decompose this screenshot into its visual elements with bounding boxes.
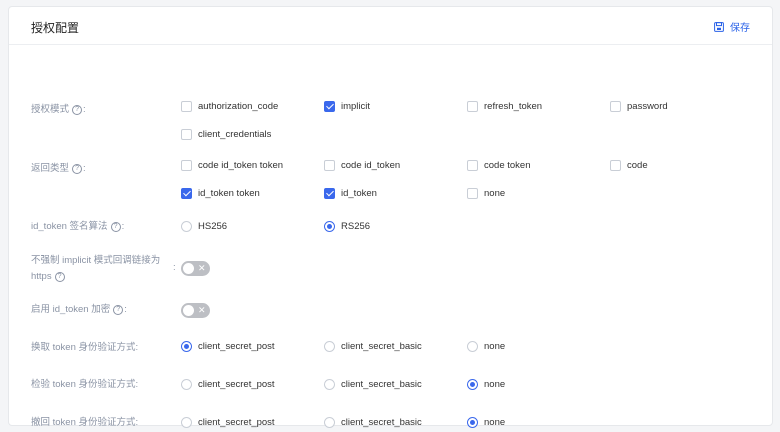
introspect-auth-label: 检验 token 身份验证方式:	[31, 379, 139, 390]
checkbox[interactable]	[610, 160, 621, 171]
grant-types-label: 授权模式?:	[31, 104, 86, 115]
radio-selected[interactable]	[467, 417, 478, 428]
toggle-knob	[183, 263, 194, 274]
response-id-token-token[interactable]: id_token token	[181, 188, 260, 199]
id-token-encrypt-toggle[interactable]: ✕	[181, 303, 210, 318]
checkbox[interactable]	[181, 101, 192, 112]
alg-hs256[interactable]: HS256	[181, 221, 227, 232]
checkbox-checked[interactable]	[324, 188, 335, 199]
checkbox[interactable]	[467, 101, 478, 112]
radio[interactable]	[324, 341, 335, 352]
save-label: 保存	[730, 23, 750, 34]
alg-rs256[interactable]: RS256	[324, 221, 370, 232]
toggle-knob	[183, 305, 194, 316]
response-none[interactable]: none	[467, 188, 505, 199]
checkbox[interactable]	[181, 129, 192, 140]
response-code-id-token-token[interactable]: code id_token token	[181, 160, 283, 171]
checkbox[interactable]	[610, 101, 621, 112]
implicit-redirect-label-line1: 不强制 implicit 模式回调链接为	[31, 255, 161, 266]
radio-selected[interactable]	[467, 379, 478, 390]
response-code-token[interactable]: code token	[467, 160, 530, 171]
introspect-auth-none[interactable]: none	[467, 379, 505, 390]
response-code-id-token[interactable]: code id_token	[324, 160, 400, 171]
save-button[interactable]: 保存	[714, 19, 750, 34]
checkbox[interactable]	[324, 160, 335, 171]
token-auth-label: 换取 token 身份验证方式:	[31, 342, 139, 353]
introspect-auth-client-secret-post[interactable]: client_secret_post	[181, 379, 275, 390]
grant-authorization-code[interactable]: authorization_code	[181, 101, 278, 112]
save-icon	[714, 21, 724, 32]
radio[interactable]	[467, 341, 478, 352]
grant-implicit[interactable]: implicit	[324, 101, 370, 112]
radio[interactable]	[324, 379, 335, 390]
checkbox[interactable]	[467, 160, 478, 171]
response-types-label: 返回类型?:	[31, 163, 86, 174]
response-id-token[interactable]: id_token	[324, 188, 377, 199]
grant-client-credentials[interactable]: client_credentials	[181, 129, 271, 140]
close-icon: ✕	[198, 305, 206, 315]
help-icon[interactable]: ?	[54, 272, 65, 282]
colon: :	[173, 262, 176, 273]
token-auth-client-secret-basic[interactable]: client_secret_basic	[324, 341, 422, 352]
card-header: 授权配置 保存	[9, 7, 772, 45]
grant-password[interactable]: password	[610, 101, 668, 112]
token-auth-none[interactable]: none	[467, 341, 505, 352]
response-code[interactable]: code	[610, 160, 648, 171]
revoke-auth-client-secret-post[interactable]: client_secret_post	[181, 417, 275, 428]
checkbox[interactable]	[467, 188, 478, 199]
radio-selected[interactable]	[324, 221, 335, 232]
radio[interactable]	[181, 221, 192, 232]
id-token-alg-label: id_token 签名算法?:	[31, 221, 125, 232]
implicit-redirect-label-line2: https?	[31, 270, 66, 284]
checkbox[interactable]	[181, 160, 192, 171]
revoke-auth-client-secret-basic[interactable]: client_secret_basic	[324, 417, 422, 428]
revoke-auth-label: 撤回 token 身份验证方式:	[31, 417, 139, 428]
close-icon: ✕	[198, 263, 206, 273]
radio[interactable]	[324, 417, 335, 428]
authorization-config-card: 授权配置 保存 授权模式?: authorization_code implic…	[8, 6, 773, 428]
card-title: 授权配置	[31, 21, 80, 35]
help-icon[interactable]: ?	[110, 222, 121, 232]
help-icon[interactable]: ?	[72, 105, 83, 115]
radio-selected[interactable]	[181, 341, 192, 352]
checkbox-checked[interactable]	[181, 188, 192, 199]
radio[interactable]	[181, 417, 192, 428]
help-icon[interactable]: ?	[72, 164, 83, 174]
grant-refresh-token[interactable]: refresh_token	[467, 101, 542, 112]
implicit-https-toggle[interactable]: ✕	[181, 261, 210, 276]
radio[interactable]	[181, 379, 192, 390]
id-token-encrypt-label: 启用 id_token 加密?:	[31, 304, 127, 315]
token-auth-client-secret-post[interactable]: client_secret_post	[181, 341, 275, 352]
checkbox-checked[interactable]	[324, 101, 335, 112]
introspect-auth-client-secret-basic[interactable]: client_secret_basic	[324, 379, 422, 390]
help-icon[interactable]: ?	[113, 305, 124, 315]
revoke-auth-none[interactable]: none	[467, 417, 505, 428]
